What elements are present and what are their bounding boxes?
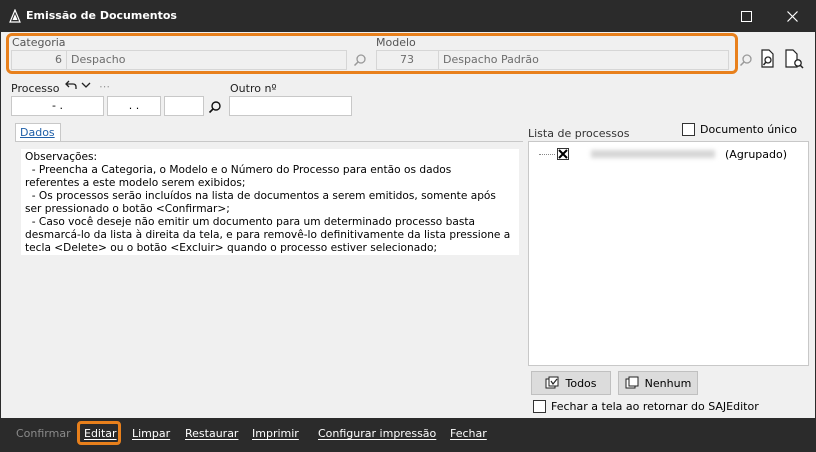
nenhum-button[interactable]: Nenhum [618, 371, 698, 395]
fechar-tela-checkbox[interactable]: Fechar a tela ao retornar do SAJEditor [533, 400, 759, 413]
fechar-tela-label: Fechar a tela ao retornar do SAJEditor [551, 400, 759, 413]
processo-part3-input[interactable] [164, 96, 204, 116]
bottom-toolbar: Confirmar Editar Limpar Restaurar Imprim… [0, 418, 816, 452]
fechar-tela-box[interactable] [533, 400, 546, 413]
configurar-impressao-button[interactable]: Configurar impressão [318, 427, 436, 440]
checked-x-icon [558, 149, 568, 159]
processo-part2-input[interactable]: . . [107, 96, 161, 116]
lista-processos-label: Lista de processos [528, 127, 630, 140]
undo-icon[interactable] [65, 79, 77, 91]
documento-unico-label: Documento único [700, 123, 797, 136]
editar-button[interactable]: Editar [84, 427, 117, 440]
modelo-search-icon[interactable] [737, 51, 755, 69]
document-search-icon[interactable] [758, 48, 778, 70]
todos-button[interactable]: Todos [531, 371, 611, 395]
window-title: Emissão de Documentos [26, 9, 177, 22]
process-checkbox[interactable] [557, 148, 569, 160]
restaurar-button[interactable]: Restaurar [185, 427, 238, 440]
close-icon [786, 10, 798, 22]
categoria-modelo-highlight [6, 33, 738, 74]
confirmar-button[interactable]: Confirmar [16, 427, 71, 440]
todos-label: Todos [565, 376, 597, 390]
close-button[interactable] [770, 0, 814, 32]
documento-unico-box[interactable] [682, 123, 695, 136]
process-item-suffix: (Agrupado) [725, 147, 788, 161]
list-item[interactable]: (Agrupado) [539, 147, 787, 161]
window-client: Categoria 6 Despacho Modelo 73 Despacho … [1, 32, 815, 418]
limpar-button[interactable]: Limpar [132, 427, 170, 440]
blurred-process-number [591, 150, 715, 158]
process-list[interactable]: (Agrupado) [528, 141, 809, 366]
outro-label: Outro nº [230, 82, 277, 95]
app-logo-icon [8, 8, 22, 23]
fechar-button[interactable]: Fechar [450, 427, 487, 440]
maximize-icon [740, 10, 752, 22]
uncheck-all-icon [625, 376, 639, 389]
documento-unico-checkbox[interactable]: Documento único [682, 123, 797, 136]
outro-input[interactable] [229, 96, 352, 116]
processo-label: Processo [11, 82, 60, 95]
imprimir-button[interactable]: Imprimir [252, 427, 299, 440]
nenhum-label: Nenhum [644, 376, 692, 390]
check-all-icon [545, 376, 559, 389]
tree-connector [539, 153, 555, 155]
title-bar: Emissão de Documentos [0, 0, 816, 32]
processo-part1-input[interactable]: - . [11, 96, 104, 116]
more-icon[interactable]: ⋯ [99, 80, 110, 93]
tab-dados[interactable]: Dados [15, 123, 61, 142]
maximize-button[interactable] [724, 0, 768, 32]
chevron-down-icon[interactable] [80, 79, 92, 91]
document-settings-icon[interactable] [783, 48, 805, 70]
observacoes-text: Observações: - Preencha a Categoria, o M… [21, 149, 519, 255]
processo-search-icon[interactable] [206, 98, 224, 116]
